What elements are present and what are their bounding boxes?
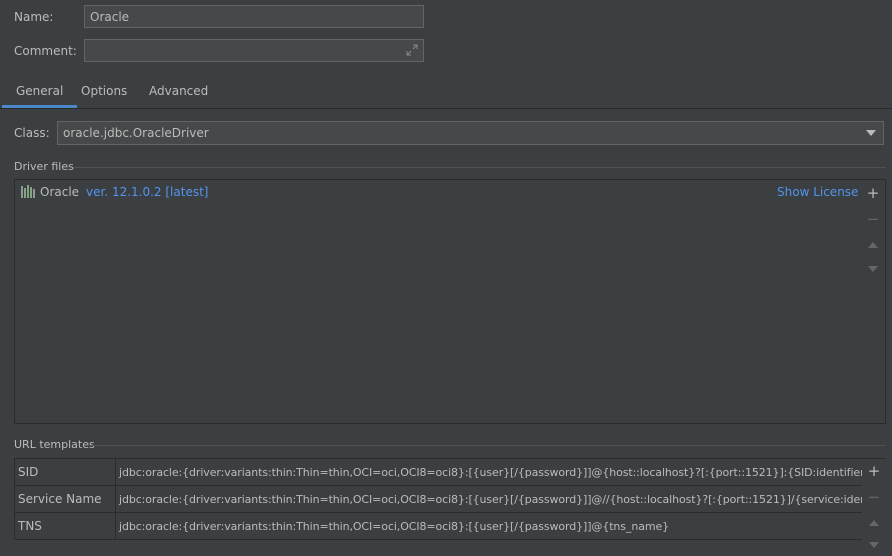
expand-icon[interactable] (405, 43, 419, 57)
driver-files-toolbar: + − (862, 179, 886, 424)
url-templates-table[interactable]: SID jdbc:oracle:{driver:variants:thin:Th… (14, 458, 862, 540)
class-label: Class: (14, 126, 50, 140)
move-up-icon[interactable] (862, 234, 884, 256)
remove-icon[interactable]: − (862, 208, 884, 230)
driver-files-separator (74, 167, 886, 168)
move-down-icon[interactable] (862, 258, 884, 280)
move-down-icon[interactable] (863, 534, 885, 556)
tab-general[interactable]: General (2, 78, 78, 108)
url-template-value[interactable]: jdbc:oracle:{driver:variants:thin:Thin=t… (116, 459, 862, 485)
url-template-name: SID (15, 459, 116, 485)
remove-icon[interactable]: − (863, 486, 885, 508)
driver-file-version[interactable]: ver. 12.1.0.2 [latest] (86, 184, 208, 200)
show-license-link[interactable]: Show License (777, 184, 858, 200)
tab-advanced[interactable]: Advanced (135, 78, 222, 108)
url-template-value[interactable]: jdbc:oracle:{driver:variants:thin:Thin=t… (116, 513, 862, 539)
driver-files-list[interactable]: Oracle ver. 12.1.0.2 [latest] Show Licen… (14, 179, 863, 424)
class-select[interactable]: oracle.jdbc.OracleDriver (57, 121, 884, 145)
list-item[interactable]: Oracle ver. 12.1.0.2 [latest] Show Licen… (15, 183, 862, 201)
add-icon[interactable]: + (862, 182, 884, 204)
library-icon (21, 185, 35, 198)
comment-input[interactable] (84, 39, 424, 62)
name-input[interactable]: Oracle (84, 5, 424, 28)
chevron-down-icon (866, 130, 876, 136)
name-label: Name: (14, 10, 54, 24)
table-row[interactable]: TNS jdbc:oracle:{driver:variants:thin:Th… (15, 513, 862, 540)
url-template-name: Service Name (15, 486, 116, 512)
url-template-value[interactable]: jdbc:oracle:{driver:variants:thin:Thin=t… (116, 486, 862, 512)
url-templates-section-label: URL templates (14, 438, 95, 451)
comment-label: Comment: (14, 44, 77, 58)
tab-options[interactable]: Options (67, 78, 141, 108)
class-select-value: oracle.jdbc.OracleDriver (63, 126, 209, 140)
url-template-name: TNS (15, 513, 116, 539)
move-up-icon[interactable] (863, 512, 885, 534)
driver-file-name: Oracle (40, 185, 80, 199)
url-templates-toolbar: + − (862, 458, 886, 554)
table-row[interactable]: Service Name jdbc:oracle:{driver:variant… (15, 486, 862, 513)
table-row[interactable]: SID jdbc:oracle:{driver:variants:thin:Th… (15, 459, 862, 486)
driver-files-section-label: Driver files (14, 160, 74, 173)
tab-bar: General Options Advanced (0, 78, 892, 109)
url-templates-separator (92, 445, 886, 446)
add-icon[interactable]: + (863, 460, 885, 482)
